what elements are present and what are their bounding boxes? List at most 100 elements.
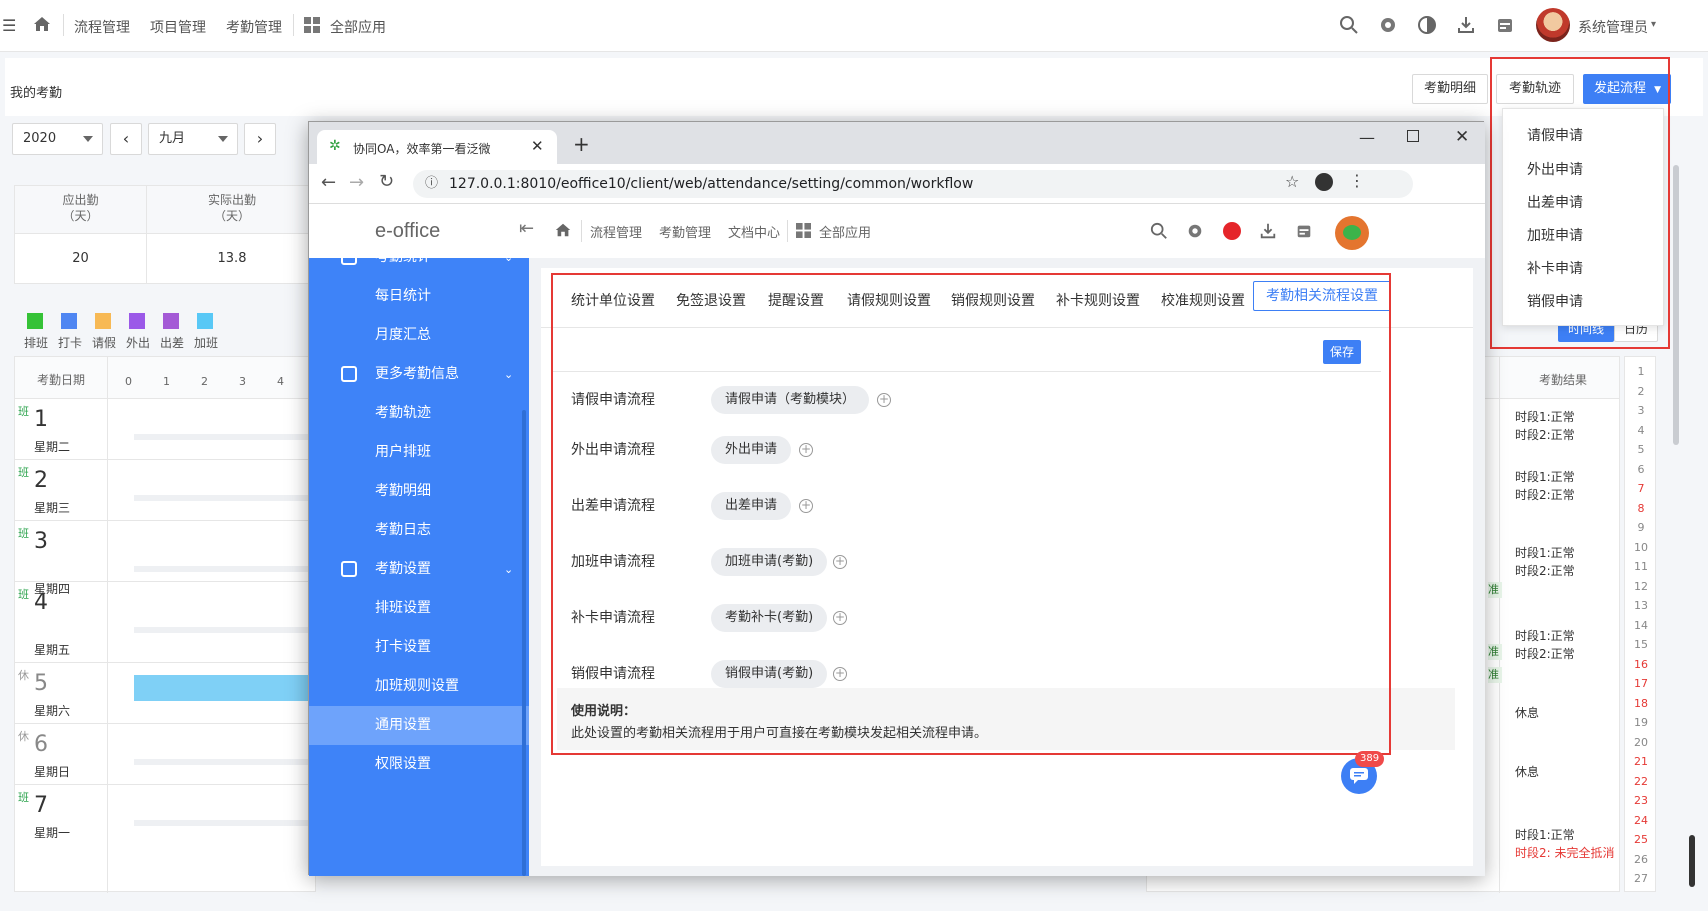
result-text: 休息 bbox=[1515, 765, 1540, 779]
hour-2: 2 bbox=[201, 375, 208, 388]
attendance-detail-button[interactable]: 考勤明细 bbox=[1412, 74, 1488, 104]
grid-icon[interactable] bbox=[796, 223, 811, 242]
sidebar-item[interactable]: ⌄ 考勤设置 bbox=[309, 550, 529, 589]
sidebar-item[interactable]: 用户排班 bbox=[309, 433, 529, 472]
legend-swatch bbox=[61, 313, 77, 329]
legend-swatch bbox=[163, 313, 179, 329]
calendar-icon[interactable] bbox=[1295, 222, 1313, 244]
home-icon[interactable] bbox=[554, 221, 572, 243]
nav-link-attendance[interactable]: 考勤管理 bbox=[226, 17, 282, 37]
gear-icon[interactable] bbox=[1186, 222, 1204, 244]
inner-all-apps[interactable]: 全部应用 bbox=[819, 222, 871, 241]
scrollbar[interactable] bbox=[1673, 165, 1679, 445]
year-select[interactable]: 2020 bbox=[12, 123, 103, 155]
close-window-icon[interactable]: ✕ bbox=[1455, 127, 1469, 147]
more-icon[interactable]: ⋮ bbox=[1349, 171, 1365, 190]
month-select[interactable]: 九月 bbox=[148, 123, 238, 155]
timeline-bar bbox=[134, 758, 316, 765]
address-bar: ← → ↻ ⓘ 127.0.0.1:8010/eoffice10/client/… bbox=[309, 164, 1485, 204]
day-tag: 班 bbox=[18, 527, 29, 540]
result-text: 时段2:正常 bbox=[1515, 564, 1575, 578]
avatar[interactable] bbox=[1536, 8, 1570, 42]
notification-icon[interactable] bbox=[1223, 222, 1241, 240]
info-icon[interactable]: ⓘ bbox=[425, 170, 438, 198]
tab-strip: ✲ 协同OA，效率第一看泛微 ✕ + — ✕ bbox=[309, 122, 1485, 164]
sidebar-item[interactable]: 考勤轨迹 bbox=[309, 394, 529, 433]
sidebar-scrollbar[interactable] bbox=[522, 410, 526, 876]
nav-all-apps[interactable]: 全部应用 bbox=[330, 17, 386, 37]
inner-nav-attendance[interactable]: 考勤管理 bbox=[659, 222, 711, 241]
timeline-bar bbox=[134, 675, 316, 701]
line-number: 6 bbox=[1637, 462, 1645, 476]
browser-tab[interactable]: ✲ 协同OA，效率第一看泛微 ✕ bbox=[317, 130, 557, 164]
line-number: 17 bbox=[1634, 677, 1648, 690]
legend-label: 出差 bbox=[160, 336, 185, 350]
line-number: 27 bbox=[1634, 872, 1648, 885]
settings-content: 统计单位设置 免签退设置 提醒设置 请假规则设置 销假规则设置 补卡规则设置 校准规则设置考… bbox=[541, 268, 1473, 866]
sidebar-item-label: 考勤设置 bbox=[375, 561, 431, 577]
minimize-icon[interactable]: — bbox=[1359, 128, 1375, 147]
sidebar-item-label: 打卡设置 bbox=[375, 639, 431, 655]
sidebar-item-label: 通用设置 bbox=[375, 717, 431, 733]
home-icon[interactable] bbox=[32, 14, 52, 38]
nav-link-workflow[interactable]: 流程管理 bbox=[74, 17, 130, 37]
chevron-down-icon: ⌄ bbox=[504, 563, 514, 576]
collapse-menu-icon[interactable]: ⇤ bbox=[519, 218, 534, 239]
line-number: 22 bbox=[1634, 774, 1648, 788]
sidebar-item[interactable]: 每日统计 bbox=[309, 277, 529, 316]
avatar[interactable] bbox=[1335, 216, 1369, 250]
scrollbar[interactable] bbox=[1689, 835, 1695, 887]
legend-label: 请假 bbox=[92, 336, 117, 350]
sidebar-item[interactable]: 通用设置 bbox=[309, 706, 529, 745]
back-icon[interactable]: ← bbox=[321, 172, 336, 193]
chat-button[interactable]: 389 bbox=[1341, 751, 1385, 794]
gear-icon[interactable] bbox=[1378, 15, 1398, 39]
menu-icon[interactable]: ☰ bbox=[2, 16, 16, 35]
hour-1: 1 bbox=[163, 375, 170, 388]
maximize-icon[interactable] bbox=[1407, 130, 1419, 142]
search-icon[interactable] bbox=[1339, 15, 1359, 39]
grid-icon[interactable] bbox=[304, 17, 320, 37]
calendar-icon[interactable] bbox=[1495, 15, 1515, 39]
star-icon[interactable]: ☆ bbox=[1285, 172, 1299, 191]
close-tab-icon[interactable]: ✕ bbox=[531, 137, 544, 155]
download-icon[interactable] bbox=[1259, 222, 1277, 244]
sidebar-item[interactable]: 考勤日志 bbox=[309, 511, 529, 550]
line-number: 1 bbox=[1637, 365, 1645, 378]
table-row: 班 2 星期三 bbox=[14, 459, 316, 520]
line-number: 23 bbox=[1634, 794, 1648, 807]
sidebar-item[interactable]: 排班设置 bbox=[309, 589, 529, 628]
table-row: 班 1 星期二 bbox=[14, 398, 316, 459]
user-name[interactable]: 系统管理员 bbox=[1578, 17, 1648, 37]
sidebar-item[interactable]: ⌄ 考勤统计 bbox=[309, 238, 529, 277]
contrast-icon[interactable] bbox=[1417, 15, 1437, 39]
day-number: 5 bbox=[34, 671, 48, 696]
sidebar-item[interactable]: ⌄ 更多考勤信息 bbox=[309, 355, 529, 394]
inner-app: e-office ⇤ 流程管理 考勤管理 文档中心 全部应用 ⌄ 考勤统计 每日… bbox=[309, 204, 1485, 876]
line-number: 19 bbox=[1634, 716, 1648, 729]
inner-nav-workflow[interactable]: 流程管理 bbox=[590, 222, 642, 241]
prev-month-button[interactable]: ‹ bbox=[110, 123, 142, 155]
inner-nav-documents[interactable]: 文档中心 bbox=[728, 222, 780, 241]
reload-icon[interactable]: ↻ bbox=[379, 171, 394, 192]
profile-icon[interactable] bbox=[1315, 173, 1333, 191]
line-number: 18 bbox=[1634, 696, 1648, 710]
next-month-button[interactable]: › bbox=[244, 123, 276, 155]
sidebar-item[interactable]: 月度汇总 bbox=[309, 316, 529, 355]
search-icon[interactable] bbox=[1150, 222, 1168, 244]
day-week: 星期五 bbox=[34, 643, 71, 657]
new-tab-icon[interactable]: + bbox=[573, 132, 590, 156]
chevron-down-icon[interactable]: ▾ bbox=[1651, 19, 1656, 30]
sidebar-item[interactable]: 打卡设置 bbox=[309, 628, 529, 667]
download-icon[interactable] bbox=[1456, 15, 1476, 39]
forward-icon[interactable]: → bbox=[349, 172, 364, 193]
sidebar-item[interactable]: 考勤明细 bbox=[309, 472, 529, 511]
line-number: 26 bbox=[1634, 852, 1648, 866]
nav-link-project[interactable]: 项目管理 bbox=[150, 17, 206, 37]
sidebar-item[interactable]: 加班规则设置 bbox=[309, 667, 529, 706]
line-number: 16 bbox=[1634, 657, 1648, 671]
sidebar-item[interactable]: 权限设置 bbox=[309, 745, 529, 784]
legend-label: 打卡 bbox=[58, 336, 83, 350]
line-number: 13 bbox=[1634, 599, 1648, 612]
url-field[interactable]: ⓘ 127.0.0.1:8010/eoffice10/client/web/at… bbox=[413, 170, 1413, 198]
